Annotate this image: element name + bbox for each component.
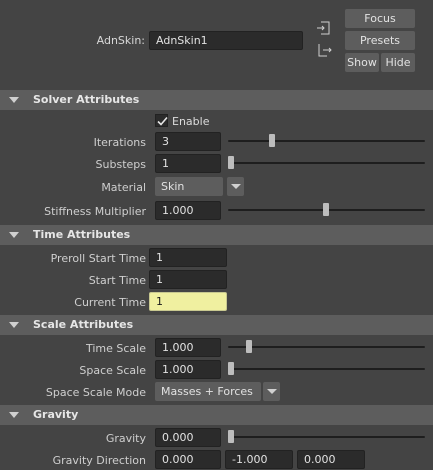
collapse-arrow-icon xyxy=(9,412,19,418)
substeps-slider-track[interactable] xyxy=(228,162,425,164)
gravity-direction-x-field[interactable]: 0.000 xyxy=(155,450,221,469)
space-scale-mode-label: Space Scale Mode xyxy=(45,386,146,399)
presets-button[interactable]: Presets xyxy=(345,31,415,50)
section-title: Gravity xyxy=(33,408,79,421)
show-button[interactable]: Show xyxy=(345,53,379,72)
attribute-editor: AdnSkin: AdnSkin1 Focus Presets Show Hid… xyxy=(0,0,433,470)
hide-button[interactable]: Hide xyxy=(381,53,415,72)
gravity-direction-y-field[interactable]: -1.000 xyxy=(225,450,293,469)
space-scale-slider-track[interactable] xyxy=(228,368,425,370)
space-scale-field[interactable]: 1.000 xyxy=(155,360,221,379)
stiffness-slider-handle[interactable] xyxy=(323,203,329,216)
enable-checkbox[interactable] xyxy=(155,114,168,127)
space-scale-slider-handle[interactable] xyxy=(228,362,234,375)
section-gravity[interactable]: Gravity xyxy=(0,405,433,425)
iterations-label: Iterations xyxy=(93,136,146,149)
space-scale-mode-dropdown-arrow-icon[interactable] xyxy=(263,382,280,401)
substeps-field[interactable]: 1 xyxy=(155,154,221,173)
section-title: Time Attributes xyxy=(33,228,131,241)
section-time-attributes[interactable]: Time Attributes xyxy=(0,225,433,245)
substeps-slider-handle[interactable] xyxy=(228,156,234,169)
collapse-arrow-icon xyxy=(9,97,19,103)
input-connections-icon[interactable] xyxy=(316,20,332,36)
checkmark-icon xyxy=(157,116,168,126)
collapse-arrow-icon xyxy=(9,232,19,238)
section-title: Solver Attributes xyxy=(33,93,140,106)
gravity-field[interactable]: 0.000 xyxy=(155,428,221,447)
preroll-start-time-field[interactable]: 1 xyxy=(149,248,227,267)
section-scale-attributes[interactable]: Scale Attributes xyxy=(0,315,433,335)
gravity-direction-label: Gravity Direction xyxy=(52,454,146,467)
substeps-label: Substeps xyxy=(95,158,146,171)
section-title: Scale Attributes xyxy=(33,318,134,331)
iterations-slider-handle[interactable] xyxy=(269,134,275,147)
section-solver-attributes[interactable]: Solver Attributes xyxy=(0,90,433,110)
gravity-slider-track[interactable] xyxy=(228,436,425,438)
stiffness-multiplier-label: Stiffness Multiplier xyxy=(44,205,146,218)
node-name-field[interactable]: AdnSkin1 xyxy=(149,31,303,50)
material-dropdown-arrow-icon[interactable] xyxy=(227,177,244,196)
gravity-direction-z-field[interactable]: 0.000 xyxy=(297,450,365,469)
enable-label: Enable xyxy=(172,115,210,128)
current-time-field[interactable]: 1 xyxy=(149,292,227,311)
gravity-label: Gravity xyxy=(105,432,146,445)
stiffness-multiplier-field[interactable]: 1.000 xyxy=(155,201,221,220)
collapse-arrow-icon xyxy=(9,322,19,328)
focus-button[interactable]: Focus xyxy=(345,9,415,28)
start-time-label: Start Time xyxy=(88,274,146,287)
time-scale-slider-track[interactable] xyxy=(228,346,425,348)
time-scale-slider-handle[interactable] xyxy=(246,340,252,353)
time-scale-label: Time Scale xyxy=(85,342,146,355)
gravity-slider-handle[interactable] xyxy=(228,430,234,443)
node-type-label: AdnSkin: xyxy=(96,34,145,47)
time-scale-field[interactable]: 1.000 xyxy=(155,338,221,357)
space-scale-mode-dropdown[interactable]: Masses + Forces xyxy=(155,382,261,401)
iterations-field[interactable]: 3 xyxy=(155,132,221,151)
preroll-start-time-label: Preroll Start Time xyxy=(50,252,146,265)
iterations-slider-track[interactable] xyxy=(228,140,425,142)
current-time-label: Current Time xyxy=(74,296,146,309)
space-scale-label: Space Scale xyxy=(79,364,146,377)
output-connections-icon[interactable] xyxy=(316,42,332,58)
material-label: Material xyxy=(101,181,146,194)
material-dropdown[interactable]: Skin xyxy=(155,177,223,196)
start-time-field[interactable]: 1 xyxy=(149,270,227,289)
